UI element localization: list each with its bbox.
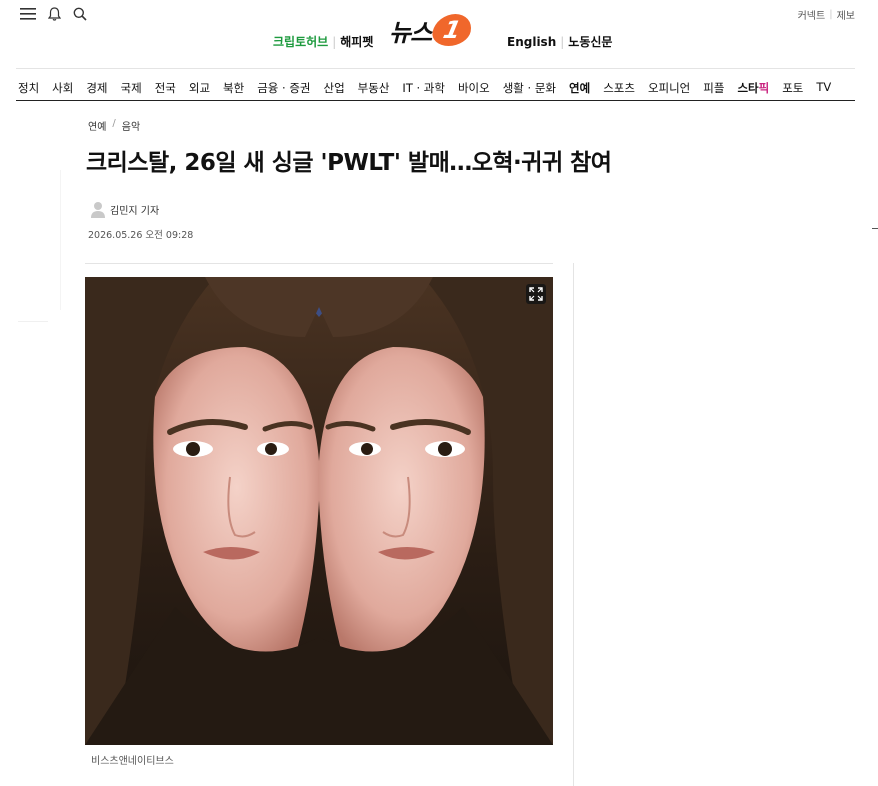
ghost-line xyxy=(18,321,48,322)
happypet-link[interactable]: 해피펫 xyxy=(340,33,373,50)
nav-item-opinion[interactable]: 오피니언 xyxy=(648,80,690,96)
header-divider xyxy=(16,68,855,69)
column-divider xyxy=(573,263,574,786)
nav-item-economy[interactable]: 경제 xyxy=(86,80,107,96)
nav-item-north-korea[interactable]: 북한 xyxy=(223,80,244,96)
ghost-line xyxy=(60,170,61,310)
logo-badge: 1 xyxy=(429,14,475,46)
article-divider xyxy=(85,263,553,264)
breadcrumb-separator: / xyxy=(112,118,116,129)
photo-caption: 비스츠앤네이티브스 xyxy=(91,756,174,767)
nav-item-world[interactable]: 국제 xyxy=(121,80,142,96)
service-links-left: 크립토허브 | 해피펫 xyxy=(273,33,373,50)
nav-item-tv[interactable]: TV xyxy=(816,80,831,96)
nav-item-politics[interactable]: 정치 xyxy=(18,80,39,96)
nav-item-life-culture[interactable]: 생활 · 문화 xyxy=(503,80,556,96)
service-links-right: English | 노동신문 xyxy=(507,33,612,50)
nav-item-sports[interactable]: 스포츠 xyxy=(603,80,635,96)
crypto-hub-link[interactable]: 크립토허브 xyxy=(273,33,328,50)
nav-item-real-estate[interactable]: 부동산 xyxy=(358,80,390,96)
english-link[interactable]: English xyxy=(507,35,556,49)
section-nav: 정치 사회 경제 국제 전국 외교 북한 금융 · 증권 산업 부동산 IT ·… xyxy=(18,80,844,96)
edge-marker xyxy=(872,228,878,229)
nav-item-industry[interactable]: 산업 xyxy=(324,80,345,96)
reporter-name[interactable]: 김민지 기자 xyxy=(110,202,159,217)
nav-item-it-science[interactable]: IT · 과학 xyxy=(402,80,445,96)
logo-text: 뉴스 xyxy=(389,18,432,47)
nav-underline xyxy=(16,100,855,101)
reporter-avatar-icon xyxy=(91,202,105,218)
nav-item-society[interactable]: 사회 xyxy=(52,80,73,96)
nav-item-bio[interactable]: 바이오 xyxy=(458,80,490,96)
starpick-prefix: 스타 xyxy=(737,81,759,95)
news1-logo[interactable]: 뉴스 1 xyxy=(389,12,475,48)
breadcrumb-music[interactable]: 음악 xyxy=(122,118,140,133)
starpick-suffix: 픽 xyxy=(758,81,770,95)
breadcrumb: 연예 / 음악 xyxy=(88,118,140,133)
nav-item-finance[interactable]: 금융 · 증권 xyxy=(257,80,310,96)
publish-date: 2026.05.26 오전 09:28 xyxy=(88,230,194,241)
nk-newspaper-link[interactable]: 노동신문 xyxy=(568,33,612,50)
article-headline: 크리스탈, 26일 새 싱글 'PWLT' 발매…오혁·귀귀 참여 xyxy=(86,150,612,176)
divider: | xyxy=(560,34,565,49)
nav-item-people[interactable]: 피플 xyxy=(703,80,724,96)
nav-item-starpick[interactable]: 스타픽 xyxy=(737,80,769,96)
nav-item-photo[interactable]: 포토 xyxy=(782,80,803,96)
divider: | xyxy=(332,34,337,49)
nav-item-entertainment[interactable]: 연예 xyxy=(569,80,590,96)
article-photo[interactable] xyxy=(85,277,553,745)
breadcrumb-entertainment[interactable]: 연예 xyxy=(88,118,106,133)
expand-icon[interactable] xyxy=(526,284,546,304)
nav-item-diplomacy[interactable]: 외교 xyxy=(189,80,210,96)
nav-item-national[interactable]: 전국 xyxy=(155,80,176,96)
masthead: 크립토허브 | 해피펫 뉴스 1 English | 노동신문 xyxy=(0,12,878,52)
byline: 김민지 기자 xyxy=(90,200,159,218)
